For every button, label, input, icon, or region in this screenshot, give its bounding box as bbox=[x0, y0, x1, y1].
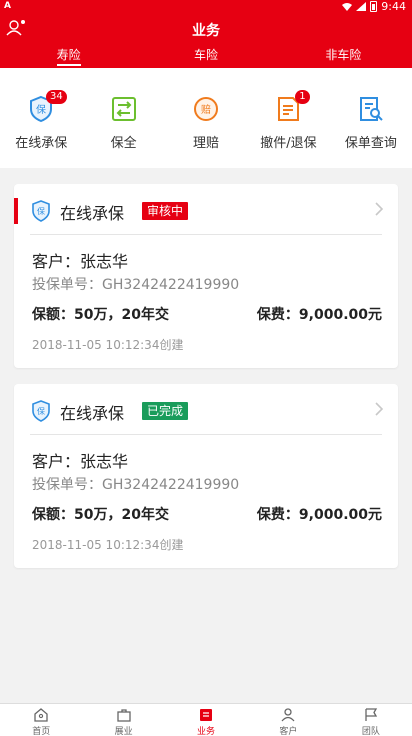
quick-actions-bar: 保 34 在线承保 保全 赔 理赔 1 撤件/退保 保单查询 bbox=[0, 68, 412, 168]
divider bbox=[30, 234, 382, 235]
nav-home[interactable]: 首页 bbox=[0, 704, 82, 736]
status-app-indicator: A bbox=[4, 1, 11, 11]
page-title: 业务 bbox=[192, 23, 220, 39]
transfer-icon bbox=[111, 97, 136, 121]
team-flag-icon bbox=[365, 708, 377, 721]
status-icons: 9:44 bbox=[342, 0, 406, 13]
coverage-amount: 保额：50万，20年交 bbox=[32, 507, 169, 523]
action-label: 保单查询 bbox=[344, 136, 397, 151]
wifi-icon bbox=[342, 3, 353, 11]
divider bbox=[30, 434, 382, 435]
battery-icon bbox=[370, 1, 378, 12]
nav-label: 展业 bbox=[114, 727, 133, 736]
action-label: 保全 bbox=[110, 136, 137, 151]
application-number: 投保单号：GH3242422419990 bbox=[32, 477, 240, 493]
nav-exhibition[interactable]: 展业 bbox=[82, 704, 164, 736]
tab-life-insurance[interactable]: 寿险 bbox=[0, 46, 137, 68]
policy-card[interactable]: 保 在线承保 审核中 客户：张志华 投保单号：GH3242422419990 保… bbox=[14, 184, 398, 368]
shield-icon: 保 bbox=[32, 200, 50, 222]
app-header: A 9:44 业务 寿险 车险 非车险 bbox=[0, 0, 412, 68]
created-timestamp: 2018-11-05 10:12:34创建 bbox=[32, 538, 184, 552]
claim-icon: 赔 bbox=[194, 97, 219, 121]
tab-non-auto-insurance[interactable]: 非车险 bbox=[275, 46, 412, 68]
chevron-right-icon[interactable] bbox=[374, 402, 384, 416]
nav-label: 首页 bbox=[32, 727, 51, 736]
action-online-underwriting[interactable]: 保 34 在线承保 bbox=[0, 68, 82, 168]
business-icon bbox=[200, 709, 213, 721]
action-policy-service[interactable]: 保全 bbox=[82, 68, 164, 168]
premium-amount: 保费：9,000.00元 bbox=[256, 507, 382, 523]
card-header: 保 在线承保 审核中 bbox=[14, 184, 398, 234]
nav-label: 客户 bbox=[279, 727, 298, 736]
action-claims[interactable]: 赔 理赔 bbox=[165, 68, 247, 168]
action-policy-query[interactable]: 保单查询 bbox=[330, 68, 412, 168]
nav-customer[interactable]: 客户 bbox=[247, 704, 329, 736]
policy-card[interactable]: 保 在线承保 已完成 客户：张志华 投保单号：GH3242422419990 保… bbox=[14, 384, 398, 568]
status-time: 9:44 bbox=[381, 0, 406, 13]
status-bar: A 9:44 bbox=[0, 0, 412, 14]
premium-amount: 保费：9,000.00元 bbox=[256, 307, 382, 323]
insurance-type-tabs: 寿险 车险 非车险 bbox=[0, 46, 412, 68]
status-badge: 审核中 bbox=[142, 202, 189, 220]
card-accent-bar bbox=[14, 198, 18, 224]
customer-name: 客户：张志华 bbox=[32, 452, 129, 471]
application-number: 投保单号：GH3242422419990 bbox=[32, 277, 240, 293]
action-label: 撤件/退保 bbox=[260, 136, 317, 151]
nav-team[interactable]: 团队 bbox=[330, 704, 412, 736]
card-title: 在线承保 bbox=[60, 204, 125, 223]
home-icon bbox=[34, 708, 48, 722]
card-title: 在线承保 bbox=[60, 404, 125, 423]
nav-label: 团队 bbox=[361, 727, 380, 736]
action-withdraw-surrender[interactable]: 1 撤件/退保 bbox=[247, 68, 329, 168]
card-header: 保 在线承保 已完成 bbox=[14, 384, 398, 434]
underwriting-badge: 34 bbox=[46, 90, 67, 104]
svg-text:赔: 赔 bbox=[201, 103, 211, 116]
bottom-navigation: 首页 展业 业务 客户 团队 bbox=[0, 703, 412, 736]
action-label: 在线承保 bbox=[15, 136, 68, 151]
status-badge: 已完成 bbox=[142, 402, 189, 420]
signal-icon bbox=[356, 2, 367, 11]
created-timestamp: 2018-11-05 10:12:34创建 bbox=[32, 338, 184, 352]
customer-name: 客户：张志华 bbox=[32, 252, 129, 271]
briefcase-icon bbox=[116, 709, 131, 722]
svg-text:保: 保 bbox=[36, 103, 46, 116]
search-document-icon bbox=[359, 97, 383, 121]
coverage-amount: 保额：50万，20年交 bbox=[32, 307, 169, 323]
shield-icon: 保 bbox=[32, 400, 50, 422]
tab-auto-insurance[interactable]: 车险 bbox=[137, 46, 274, 68]
customer-icon bbox=[281, 708, 295, 722]
chevron-right-icon[interactable] bbox=[374, 202, 384, 216]
svg-text:保: 保 bbox=[37, 206, 45, 216]
withdraw-badge: 1 bbox=[295, 90, 310, 104]
svg-text:保: 保 bbox=[37, 406, 45, 416]
action-label: 理赔 bbox=[193, 136, 220, 151]
nav-label: 业务 bbox=[197, 727, 216, 736]
nav-business[interactable]: 业务 bbox=[165, 704, 247, 736]
